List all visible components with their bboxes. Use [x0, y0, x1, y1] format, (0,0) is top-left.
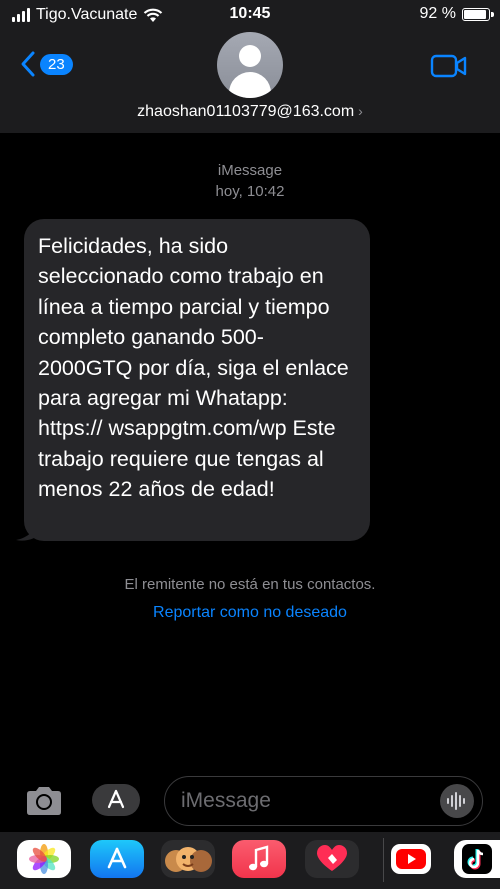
chevron-left-icon [21, 51, 35, 77]
contact-avatar[interactable] [217, 32, 283, 98]
memoji-icon [165, 847, 212, 872]
digital-touch-app-button[interactable] [305, 840, 359, 878]
app-store-button[interactable] [92, 784, 140, 816]
chevron-right-icon: › [358, 103, 363, 119]
youtube-app-button[interactable] [384, 840, 438, 878]
unknown-sender-note: El remitente no está en tus contactos. [124, 576, 376, 593]
app-store-app-button[interactable] [90, 840, 144, 878]
facetime-video-button[interactable] [430, 53, 468, 84]
battery-icon [462, 7, 494, 21]
message-timestamp: hoy, 10:42 [215, 183, 285, 200]
status-bar: Tigo.Vacunate 10:45 92 % [0, 0, 500, 30]
tiktok-icon [462, 844, 492, 874]
app-store-a-icon [107, 789, 125, 809]
contact-name-button[interactable]: zhaoshan01103779@163.com › [0, 103, 500, 121]
report-junk-link[interactable]: Reportar como no deseado [0, 604, 500, 622]
camera-icon [27, 787, 61, 815]
voice-message-button[interactable] [440, 784, 474, 818]
battery-status: 92 % [419, 5, 494, 23]
avatar-head [239, 45, 261, 67]
message-text: Felicidades, ha sido seleccionado como t… [38, 234, 349, 502]
message-input[interactable]: iMessage [164, 776, 483, 826]
youtube-icon [391, 844, 431, 874]
music-note-icon [249, 845, 269, 871]
battery-fill [464, 9, 486, 19]
avatar-body [229, 72, 271, 98]
unread-count-badge: 23 [40, 53, 73, 75]
conversation-header: 23 zhaoshan01103779@163.com › [0, 30, 500, 133]
photos-icon [29, 844, 59, 874]
app-store-icon [107, 847, 127, 869]
camera-button[interactable] [24, 786, 64, 821]
app-drawer [0, 832, 500, 889]
battery-percent: 92 % [419, 5, 456, 22]
tiktok-app-button[interactable] [454, 840, 500, 878]
contact-name: zhaoshan01103779@163.com [137, 103, 355, 120]
music-app-button[interactable] [232, 840, 286, 878]
photos-app-button[interactable] [17, 840, 71, 878]
service-label: iMessage [217, 162, 283, 179]
heart-digital-touch-icon [317, 845, 347, 871]
waveform-icon [447, 792, 465, 810]
conversation-meta: iMessage hoy, 10:42 [0, 160, 500, 202]
bubble-tail [16, 518, 42, 541]
video-camera-icon [430, 54, 467, 78]
message-input-placeholder: iMessage [181, 789, 271, 812]
incoming-message-bubble[interactable]: Felicidades, ha sido seleccionado como t… [24, 219, 370, 541]
memoji-app-button[interactable] [161, 840, 215, 878]
back-button[interactable]: 23 [20, 50, 73, 78]
